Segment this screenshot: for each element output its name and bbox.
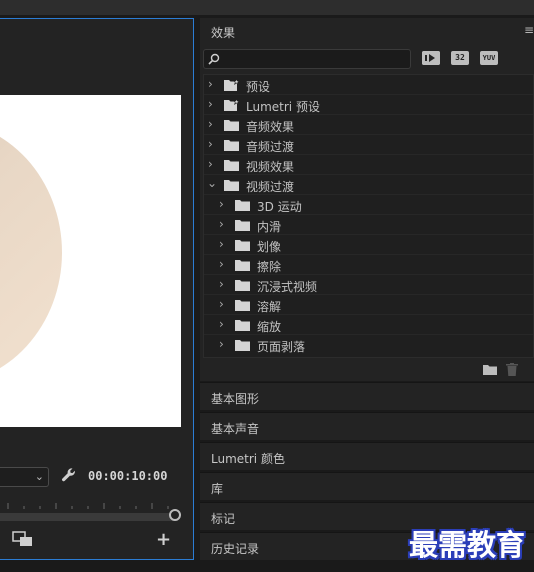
tree-item-audio-effects[interactable]: › 音频效果	[204, 115, 533, 135]
tree-item-label: 内滑	[257, 220, 282, 234]
tree-item-dissolve[interactable]: › 溶解	[204, 295, 533, 315]
chevron-right-icon[interactable]: ›	[219, 197, 224, 211]
effects-footer	[200, 358, 534, 380]
tree-item-label: Lumetri 预设	[246, 100, 320, 114]
top-strip	[0, 0, 534, 16]
tree-item-presets[interactable]: › 预设	[204, 75, 533, 95]
chevron-down-icon: ⌄	[34, 470, 44, 483]
chevron-right-icon[interactable]: ›	[219, 337, 224, 351]
duration-timecode[interactable]: 00:00:10:00	[88, 469, 167, 483]
folder-icon	[224, 160, 239, 171]
zoom-scrollbar[interactable]	[0, 513, 176, 521]
folder-icon	[224, 140, 239, 151]
chevron-down-icon[interactable]: ⌄	[207, 176, 217, 190]
panel-title[interactable]: 效果	[211, 24, 235, 41]
chevron-right-icon[interactable]: ›	[208, 157, 213, 171]
chevron-right-icon[interactable]: ›	[219, 217, 224, 231]
tree-item-iris[interactable]: › 划像	[204, 235, 533, 255]
tree-item-label: 页面剥落	[257, 340, 306, 354]
panel-essential-graphics[interactable]: 基本图形	[200, 382, 534, 410]
new-bin-icon[interactable]	[483, 364, 497, 375]
chevron-right-icon[interactable]: ›	[219, 257, 224, 271]
32bit-color-icon[interactable]: 32	[451, 51, 469, 65]
chevron-right-icon[interactable]: ›	[208, 97, 213, 111]
fit-dropdown[interactable]: ⌄	[0, 467, 49, 487]
tree-item-wipe[interactable]: › 擦除	[204, 255, 533, 275]
panel-label: 基本图形	[211, 392, 260, 406]
tree-item-lumetri-presets[interactable]: › Lumetri 预设	[204, 95, 533, 115]
scrollbar-handle[interactable]	[169, 509, 181, 521]
accelerated-effects-icon[interactable]	[422, 51, 440, 65]
watermark-logo: 最需教育	[409, 528, 526, 562]
folder-icon	[235, 220, 250, 231]
tree-item-label: 视频过渡	[246, 180, 295, 194]
trash-icon[interactable]	[506, 363, 518, 376]
tree-item-audio-transitions[interactable]: › 音频过渡	[204, 135, 533, 155]
frame-circle-graphic	[0, 120, 62, 385]
tree-item-label: 擦除	[257, 260, 282, 274]
folder-icon	[235, 260, 250, 271]
tree-item-label: 沉浸式视频	[257, 280, 318, 294]
search-icon	[208, 53, 220, 65]
folder-icon	[235, 200, 250, 211]
wrench-icon[interactable]	[60, 466, 78, 486]
tree-item-label: 溶解	[257, 300, 282, 314]
preset-folder-icon	[224, 99, 240, 111]
tree-item-label: 3D 运动	[257, 200, 302, 214]
panel-label: 库	[211, 482, 224, 496]
time-ruler[interactable]	[0, 495, 178, 513]
tree-item-label: 音频效果	[246, 120, 295, 134]
chevron-right-icon[interactable]: ›	[219, 297, 224, 311]
tree-item-page-peel[interactable]: › 页面剥落	[204, 335, 533, 355]
tree-item-label: 划像	[257, 240, 282, 254]
effects-tree: › 预设 › Lumetri 预设 › 音频效果 › 音频过渡 › 视频效果 ⌄…	[203, 74, 534, 358]
folder-icon	[235, 280, 250, 291]
panel-label: 标记	[211, 512, 236, 526]
folder-icon	[235, 320, 250, 331]
tree-item-slide[interactable]: › 内滑	[204, 215, 533, 235]
chevron-right-icon[interactable]: ›	[208, 137, 213, 151]
chevron-right-icon[interactable]: ›	[219, 317, 224, 331]
panel-libraries[interactable]: 库	[200, 472, 534, 500]
chevron-right-icon[interactable]: ›	[208, 117, 213, 131]
plus-icon[interactable]: +	[156, 529, 171, 550]
panel-lumetri-color[interactable]: Lumetri 颜色	[200, 442, 534, 470]
chevron-right-icon[interactable]: ›	[219, 237, 224, 251]
tree-item-zoom[interactable]: › 缩放	[204, 315, 533, 335]
tree-item-label: 视频效果	[246, 160, 295, 174]
video-frame	[0, 95, 181, 427]
tree-item-immersive-video[interactable]: › 沉浸式视频	[204, 275, 533, 295]
effects-panel: 效果 ≡ 32 YUV › 预设 › Lumetri 预设 › 音频效果 › 音…	[200, 18, 534, 381]
tree-item-video-effects[interactable]: › 视频效果	[204, 155, 533, 175]
panel-label: 历史记录	[211, 542, 260, 556]
folder-icon	[235, 300, 250, 311]
panel-essential-sound[interactable]: 基本声音	[200, 412, 534, 440]
export-frame-icon[interactable]	[12, 531, 34, 547]
panel-menu-icon[interactable]: ≡	[524, 23, 534, 37]
tree-item-label: 音频过渡	[246, 140, 295, 154]
yuv-effects-icon[interactable]: YUV	[480, 51, 498, 65]
chevron-right-icon[interactable]: ›	[208, 77, 213, 91]
panel-label: Lumetri 颜色	[211, 452, 285, 466]
program-monitor-panel: ⌄ 00:00:10:00 +	[0, 18, 194, 560]
folder-icon	[224, 120, 239, 131]
tree-item-video-transitions[interactable]: ⌄ 视频过渡	[204, 175, 533, 195]
panel-label: 基本声音	[211, 422, 260, 436]
folder-icon	[235, 240, 250, 251]
folder-icon	[235, 340, 250, 351]
folder-icon	[224, 180, 239, 191]
tree-item-3d-motion[interactable]: › 3D 运动	[204, 195, 533, 215]
preset-folder-icon	[224, 79, 240, 91]
tree-item-label: 预设	[246, 80, 271, 94]
chevron-right-icon[interactable]: ›	[219, 277, 224, 291]
effects-search-input[interactable]	[203, 49, 411, 69]
tree-item-label: 缩放	[257, 320, 282, 334]
